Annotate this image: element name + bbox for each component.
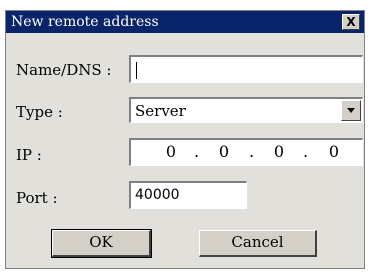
ip-dot-1: . [194,142,200,161]
type-dropdown-button[interactable] [341,100,361,121]
cancel-button[interactable]: Cancel [199,230,317,257]
port-input[interactable]: 40000 [129,181,247,209]
ip-octet-3[interactable]: 0 [269,143,289,161]
ip-octet-1[interactable]: 0 [161,143,181,161]
ip-label: IP : [16,146,42,164]
name-dns-label: Name/DNS : [16,61,112,79]
ip-address-field[interactable]: 0 . 0 . 0 . 0 [129,138,363,166]
ip-dot-2: . [249,142,255,161]
ip-octet-4[interactable]: 0 [324,143,344,161]
name-dns-input[interactable] [129,55,363,83]
port-value: 40000 [135,187,180,203]
text-caret [136,62,137,79]
title-bar[interactable]: New remote address X [6,11,364,33]
ip-dot-3: . [303,142,309,161]
type-label: Type : [16,103,63,121]
ip-octet-2[interactable]: 0 [214,143,234,161]
window-title: New remote address [11,14,159,30]
type-select[interactable]: Server [129,97,363,123]
new-remote-address-dialog: New remote address X Name/DNS : Type : S… [5,10,365,269]
ok-button[interactable]: OK [51,229,152,258]
close-icon: X [346,15,356,29]
type-selected-value: Server [135,102,186,120]
port-label: Port : [16,189,58,207]
close-button[interactable]: X [342,14,360,30]
chevron-down-icon [347,108,355,113]
